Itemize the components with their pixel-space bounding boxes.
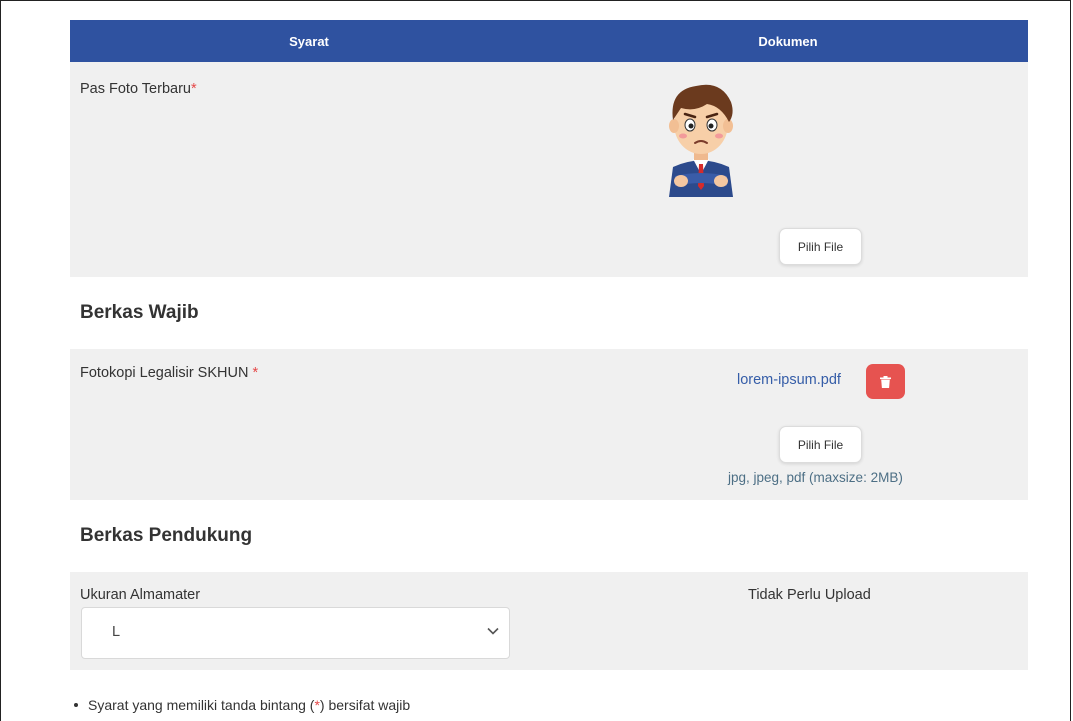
skhun-document-cell: lorem-ipsum.pdf Pilih File jpg, jpeg, pd…	[548, 349, 1028, 500]
table-row-photo: Pas Foto Terbaru* Pilih File	[70, 62, 1028, 277]
section-title-berkas-pendukung: Berkas Pendukung	[80, 525, 253, 546]
trash-icon	[880, 375, 891, 388]
skhun-label-cell: Fotokopi Legalisir SKHUN *	[70, 349, 548, 500]
uploaded-file-link[interactable]: lorem-ipsum.pdf	[737, 372, 841, 388]
choose-photo-file-button[interactable]: Pilih File	[779, 228, 862, 265]
skhun-label: Fotokopi Legalisir SKHUN	[80, 365, 253, 381]
photo-label-cell: Pas Foto Terbaru*	[70, 62, 548, 277]
table-header: Syarat Dokumen	[70, 20, 1028, 62]
choose-skhun-file-button[interactable]: Pilih File	[779, 426, 862, 463]
almamater-label: Ukuran Almamater	[80, 587, 201, 603]
requirements-table: Syarat Dokumen Pas Foto Terbaru* Pilih F…	[70, 20, 1028, 670]
note-prefix: Syarat yang memiliki tanda bintang (	[88, 697, 315, 713]
avatar-illustration	[669, 84, 733, 197]
header-requirement: Syarat	[289, 33, 329, 49]
required-note: Syarat yang memiliki tanda bintang (*) b…	[74, 697, 410, 713]
almamater-size-select[interactable]: L	[81, 607, 510, 659]
file-type-hint: jpg, jpeg, pdf (maxsize: 2MB)	[728, 470, 903, 485]
selected-size-value: L	[112, 624, 121, 640]
almamater-label-cell: Ukuran Almamater L	[70, 572, 548, 670]
almamater-document-cell: Tidak Perlu Upload	[548, 572, 1028, 670]
chevron-down-icon	[487, 627, 499, 635]
required-asterisk: *	[190, 81, 197, 97]
section-title-berkas-wajib: Berkas Wajib	[80, 302, 199, 323]
table-row-almamater: Ukuran Almamater L Tidak Perlu Upload	[70, 572, 1028, 670]
delete-file-button[interactable]	[866, 364, 905, 399]
required-asterisk: *	[252, 365, 259, 381]
bullet	[74, 703, 78, 707]
photo-document-cell: Pilih File	[548, 62, 1028, 277]
photo-label: Pas Foto Terbaru	[80, 81, 191, 97]
header-document: Dokumen	[758, 33, 818, 49]
note-suffix: ) bersifat wajib	[319, 697, 411, 713]
upload-status-text: Tidak Perlu Upload	[748, 587, 871, 603]
table-row-skhun: Fotokopi Legalisir SKHUN * lorem-ipsum.p…	[70, 349, 1028, 500]
